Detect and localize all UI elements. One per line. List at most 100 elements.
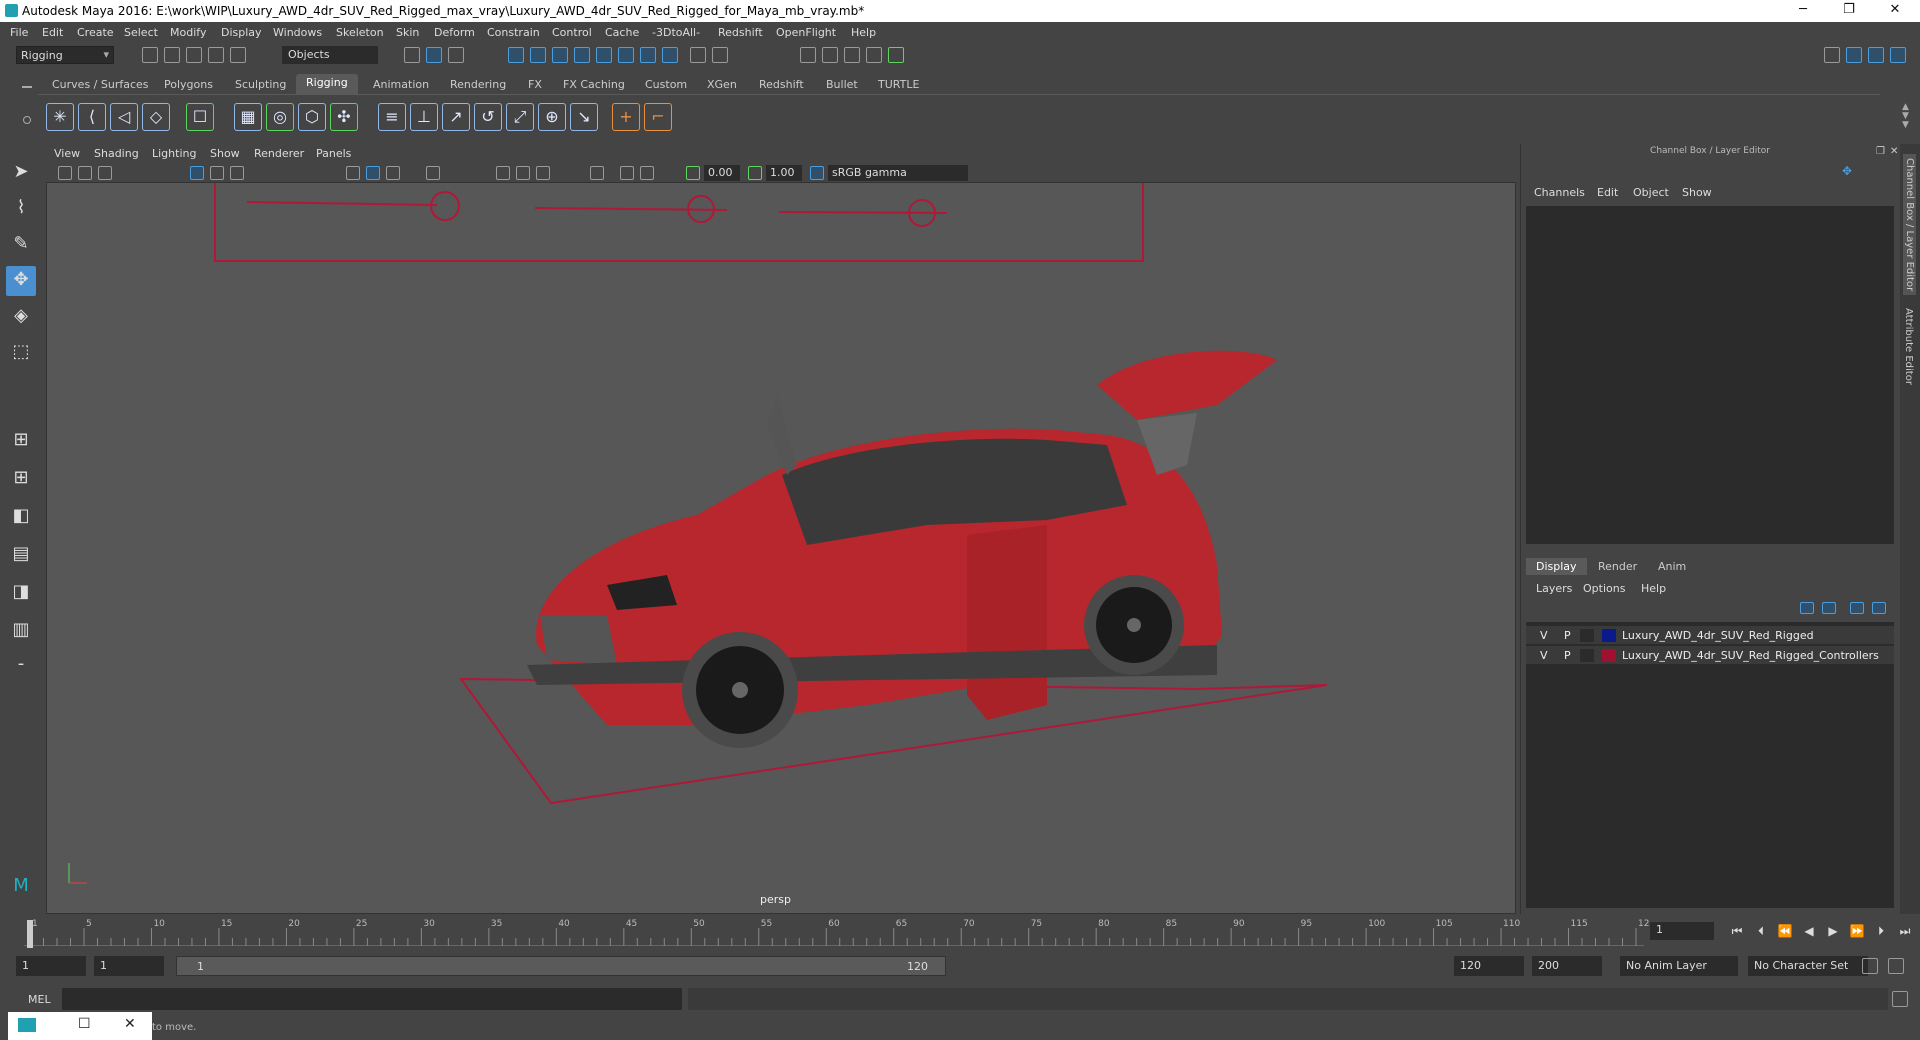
pole-vector-icon[interactable]: ↘ bbox=[570, 103, 598, 131]
new-layer-icon[interactable] bbox=[1850, 602, 1864, 614]
menu-deform[interactable]: Deform bbox=[434, 26, 475, 39]
hik-control-icon[interactable]: ⌐ bbox=[644, 103, 672, 131]
isolate-select-icon[interactable] bbox=[590, 166, 604, 180]
step-back-key-icon[interactable]: ⏪ bbox=[1776, 924, 1794, 940]
layer-name[interactable]: Luxury_AWD_4dr_SUV_Red_Rigged_Controller… bbox=[1622, 649, 1879, 662]
layer-name[interactable]: Luxury_AWD_4dr_SUV_Red_Rigged bbox=[1622, 629, 1814, 642]
tab-fx[interactable]: FX bbox=[528, 78, 542, 91]
tab-render[interactable]: Render bbox=[1588, 558, 1647, 575]
select-tool-icon[interactable]: ➤ bbox=[6, 158, 36, 188]
tab-channel-box-layer-editor[interactable]: Channel Box / Layer Editor bbox=[1903, 154, 1916, 296]
smooth-shade-icon[interactable] bbox=[366, 166, 380, 180]
lock-icon[interactable] bbox=[690, 47, 706, 63]
channel-list[interactable] bbox=[1526, 206, 1894, 544]
menu-display[interactable]: Display bbox=[221, 26, 262, 39]
anim-end-field[interactable]: 200 bbox=[1532, 956, 1602, 976]
layer-type-icon[interactable] bbox=[1580, 629, 1594, 642]
layer-color-swatch[interactable] bbox=[1602, 629, 1616, 642]
playback-end-field[interactable]: 120 bbox=[1454, 956, 1524, 976]
more-layouts-icon[interactable]: - bbox=[6, 650, 36, 680]
vp-menu-shading[interactable]: Shading bbox=[94, 147, 139, 160]
vp-menu-panels[interactable]: Panels bbox=[316, 147, 351, 160]
layer-visibility-toggle[interactable]: V bbox=[1540, 649, 1548, 662]
menu-edit[interactable]: Edit bbox=[42, 26, 63, 39]
cluster-icon[interactable]: ✣ bbox=[330, 103, 358, 131]
locator-icon[interactable]: ≡ bbox=[378, 103, 406, 131]
tab-custom[interactable]: Custom bbox=[645, 78, 687, 91]
camera-select-icon[interactable] bbox=[58, 166, 72, 180]
menu-create[interactable]: Create bbox=[77, 26, 114, 39]
task-restore-icon[interactable]: ☐ bbox=[78, 1016, 91, 1032]
xray-icon[interactable] bbox=[620, 166, 634, 180]
snap-surface-icon[interactable] bbox=[596, 47, 612, 63]
camera-attributes-icon[interactable] bbox=[78, 166, 92, 180]
play-backwards-icon[interactable]: ◀ bbox=[1800, 924, 1818, 940]
anti-aliasing-icon[interactable] bbox=[516, 166, 530, 180]
shelf-menu-icon[interactable] bbox=[22, 86, 32, 88]
layer-row[interactable]: V P Luxury_AWD_4dr_SUV_Red_Rigged bbox=[1526, 626, 1894, 645]
quick-rig-icon[interactable]: ☐ bbox=[186, 103, 214, 131]
snap-grid-icon[interactable] bbox=[508, 47, 524, 63]
snap-live-icon[interactable] bbox=[618, 47, 634, 63]
step-forward-frame-icon[interactable]: ⏵ bbox=[1872, 924, 1890, 940]
ik-handle-icon[interactable]: ⟨ bbox=[78, 103, 106, 131]
tab-xgen[interactable]: XGen bbox=[707, 78, 737, 91]
menu-cache[interactable]: Cache bbox=[605, 26, 639, 39]
maya-task-icon[interactable] bbox=[18, 1018, 36, 1032]
render-view-icon[interactable] bbox=[800, 47, 816, 63]
cb-menu-show[interactable]: Show bbox=[1682, 186, 1712, 199]
toggle-tool-settings-icon[interactable] bbox=[1868, 47, 1884, 63]
tab-curves-surfaces[interactable]: Curves / Surfaces bbox=[52, 78, 149, 91]
menu-skeleton[interactable]: Skeleton bbox=[336, 26, 384, 39]
smooth-bind-icon[interactable]: ◎ bbox=[266, 103, 294, 131]
hik-tool-icon[interactable]: + bbox=[612, 103, 640, 131]
tab-display[interactable]: Display bbox=[1526, 558, 1587, 575]
layer-visibility-toggle[interactable]: V bbox=[1540, 629, 1548, 642]
current-time-marker[interactable] bbox=[27, 920, 33, 948]
move-layer-up-icon[interactable] bbox=[1800, 602, 1814, 614]
render-settings-icon[interactable] bbox=[866, 47, 882, 63]
snap-curve-icon[interactable] bbox=[530, 47, 546, 63]
anim-start-field[interactable]: 1 bbox=[16, 956, 86, 976]
menu-control[interactable]: Control bbox=[552, 26, 592, 39]
menu-modify[interactable]: Modify bbox=[170, 26, 206, 39]
layer-row[interactable]: V P Luxury_AWD_4dr_SUV_Red_Rigged_Contro… bbox=[1526, 646, 1894, 665]
layer-menu-help[interactable]: Help bbox=[1641, 582, 1666, 595]
task-close-icon[interactable]: ✕ bbox=[124, 1016, 136, 1032]
snap-point-icon[interactable] bbox=[552, 47, 568, 63]
tab-sculpting[interactable]: Sculpting bbox=[235, 78, 286, 91]
command-language-label[interactable]: MEL bbox=[28, 993, 51, 1006]
menu-redshift[interactable]: Redshift bbox=[718, 26, 763, 39]
anim-layer-select[interactable]: No Anim Layer bbox=[1620, 956, 1738, 976]
point-constraint-icon[interactable]: ⊥ bbox=[410, 103, 438, 131]
select-lock-icon[interactable] bbox=[712, 47, 728, 63]
shadows-icon[interactable] bbox=[536, 166, 550, 180]
bind-skin-icon[interactable]: ▦ bbox=[234, 103, 262, 131]
rotate-tool-icon[interactable]: ◈ bbox=[6, 302, 36, 332]
ipr-render-icon[interactable] bbox=[844, 47, 860, 63]
cb-menu-edit[interactable]: Edit bbox=[1597, 186, 1618, 199]
exposure-field[interactable]: 0.00 bbox=[704, 165, 740, 181]
layer-playback-toggle[interactable]: P bbox=[1564, 649, 1571, 662]
workspace-icon[interactable] bbox=[1824, 47, 1840, 63]
wireframe-icon[interactable] bbox=[346, 166, 360, 180]
tab-attribute-editor[interactable]: Attribute Editor bbox=[1903, 308, 1914, 385]
parent-constraint-icon[interactable]: ⊕ bbox=[538, 103, 566, 131]
layer-menu-options[interactable]: Options bbox=[1583, 582, 1625, 595]
mode-selector[interactable]: Rigging bbox=[16, 46, 114, 64]
current-frame-field[interactable]: 1 bbox=[1650, 922, 1714, 940]
construction-history-icon[interactable] bbox=[662, 47, 678, 63]
aim-constraint-icon[interactable]: ↗ bbox=[442, 103, 470, 131]
persp-graph-icon[interactable]: ◨ bbox=[6, 578, 36, 608]
single-pane-icon[interactable]: ⊞ bbox=[6, 426, 36, 456]
menu-skin[interactable]: Skin bbox=[396, 26, 419, 39]
ik-spline-icon[interactable]: ◁ bbox=[110, 103, 138, 131]
vp-menu-lighting[interactable]: Lighting bbox=[152, 147, 196, 160]
paint-select-icon[interactable]: ✎ bbox=[6, 230, 36, 260]
vp-menu-renderer[interactable]: Renderer bbox=[254, 147, 304, 160]
toggle-channel-box-icon[interactable] bbox=[1890, 47, 1906, 63]
gamma-field[interactable]: 1.00 bbox=[766, 165, 802, 181]
four-pane-icon[interactable]: ⊞ bbox=[6, 464, 36, 494]
grid-toggle-icon[interactable] bbox=[190, 166, 204, 180]
input-output-icon[interactable] bbox=[640, 47, 656, 63]
